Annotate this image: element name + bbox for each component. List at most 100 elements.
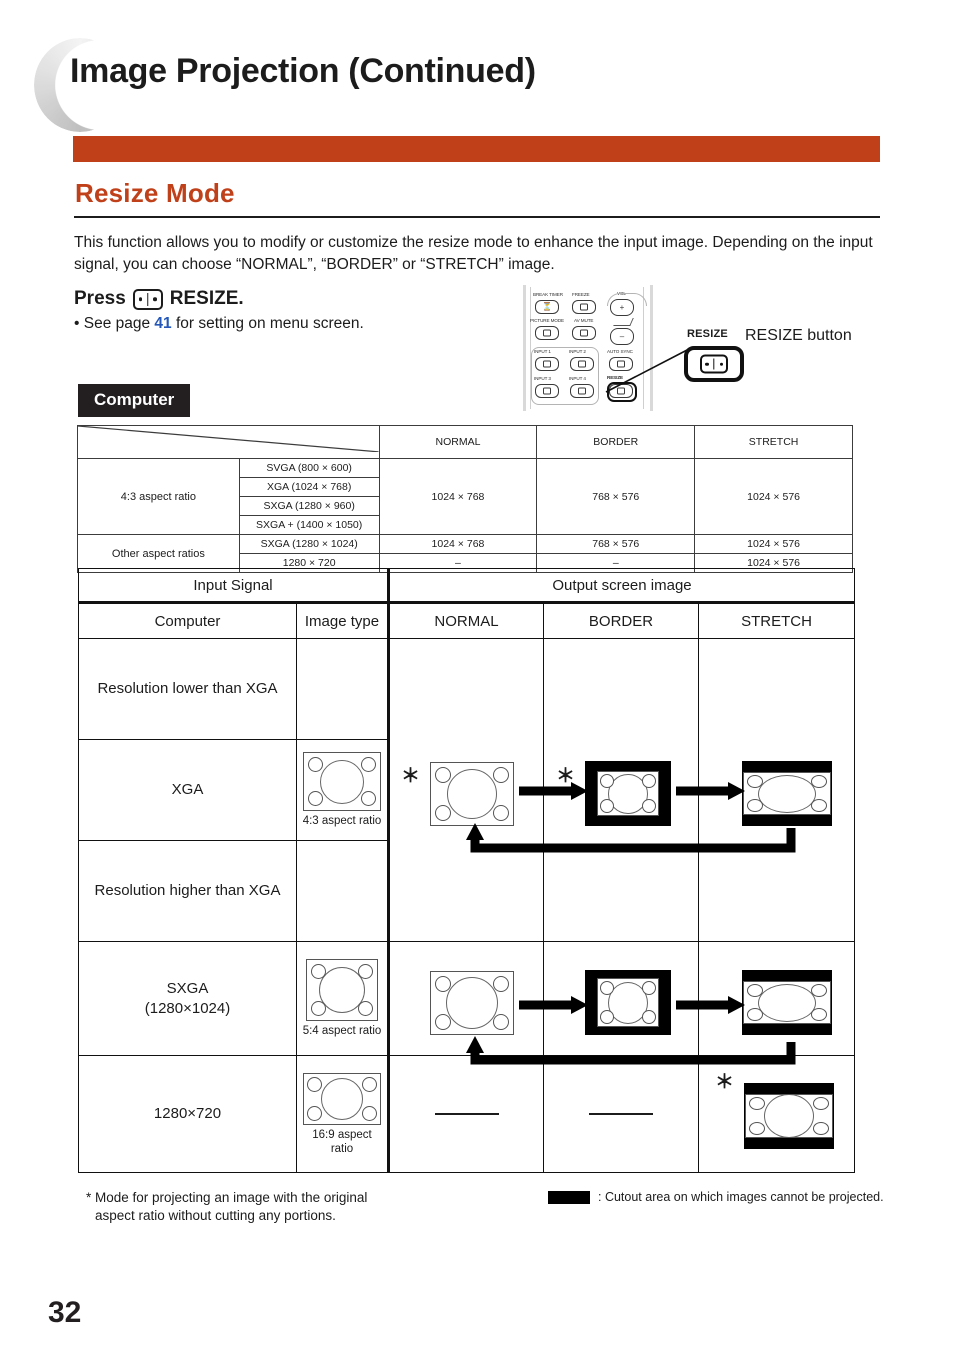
screen-thumb-5-4 [306, 959, 378, 1021]
table2-cell-normal-sxga [388, 941, 545, 1056]
dash-border-1280x720 [589, 1112, 654, 1115]
table1-signal-svga: SVGA (800 × 600) [238, 458, 380, 478]
caption-5-4: 5:4 aspect ratio [302, 1025, 382, 1037]
table1-other0-border: 768 × 576 [536, 534, 696, 554]
key-label-picture-mode: PICTURE MODE [530, 318, 565, 323]
callout-resize-button-graphic [684, 346, 744, 382]
callout-resize-button-text: RESIZE button [745, 327, 852, 344]
table-row: 1280×720 16:9 aspect ratio [78, 1055, 856, 1173]
table2-row-lower-xga-imagetype [295, 638, 391, 740]
section-rule [74, 216, 880, 218]
resize-label: RESIZE. [169, 288, 244, 309]
table2-header-input-signal: Input Signal [77, 568, 391, 604]
footnote-line1: * Mode for projecting an image with the … [86, 1190, 368, 1205]
press-resize-instruction: Press RESIZE. [74, 288, 244, 310]
table-row: Resolution lower than XGA [78, 638, 856, 942]
dash-normal-1280x720 [434, 1112, 499, 1115]
computer-section-tag: Computer [78, 384, 191, 417]
input3-button[interactable] [535, 384, 559, 398]
table1-group-43: 4:3 aspect ratio [77, 458, 240, 535]
see-page-prefix: • See page [74, 315, 151, 332]
page-reference-link[interactable]: 41 [154, 315, 171, 332]
table2-row-higher-xga-imagetype [295, 840, 391, 942]
resolution-table: NORMAL BORDER STRETCH 4:3 aspect ratio S… [77, 425, 853, 573]
table2-row-sxga-imagetype: 5:4 aspect ratio [295, 941, 391, 1056]
footnote-legend: : Cutout area on which images cannot be … [548, 1190, 884, 1204]
table-row: SXGA (1280×1024) 5:4 aspect ratio [78, 941, 856, 1056]
key-label-input4: INPUT 4 [569, 376, 586, 381]
volume-down-button[interactable]: – [610, 328, 634, 345]
screen-thumb-16-9 [303, 1072, 381, 1125]
table-row: Input Signal Output screen image [77, 568, 856, 604]
press-label: Press [74, 288, 126, 309]
table2-cell-stretch-xga-group [698, 638, 856, 942]
input4-button[interactable] [570, 384, 594, 398]
screen-thumb-4-3 [303, 752, 381, 811]
table1-43-normal: 1024 × 768 [378, 458, 538, 535]
page-title: Image Projection (Continued) [70, 52, 536, 90]
table2-row-1280x720-imagetype: 16:9 aspect ratio [295, 1055, 391, 1173]
cutout-area-text: : Cutout area on which images cannot be … [598, 1190, 884, 1204]
break-timer-button[interactable]: ⏳ [535, 300, 559, 314]
key-label-input2: INPUT 2 [569, 349, 586, 354]
table-row: Computer Image type NORMAL BORDER STRETC… [78, 602, 856, 639]
table2-header-stretch: STRETCH [698, 602, 856, 639]
table-row: NORMAL BORDER STRETCH [77, 425, 853, 459]
key-label-freeze: FREEZE [572, 292, 590, 297]
section-heading: Resize Mode [75, 178, 235, 208]
caption-16-9-line2: ratio [330, 1142, 354, 1155]
table1-signal-xga: XGA (1024 × 768) [238, 477, 380, 497]
page-number: 32 [48, 1296, 82, 1329]
callout-resize-label: RESIZE [687, 328, 728, 340]
table1-group-other: Other aspect ratios [77, 534, 240, 573]
footnote-asterisk: * Mode for projecting an image with the … [86, 1189, 466, 1225]
table2-row-sxga-label: SXGA (1280×1024) [78, 941, 297, 1056]
table2-header-normal: NORMAL [388, 602, 545, 639]
cutout-area-swatch [548, 1190, 590, 1204]
see-page-note: • See page 41 for setting on menu screen… [74, 315, 364, 333]
caption-4-3: 4:3 aspect ratio [302, 815, 382, 827]
table1-header-normal: NORMAL [378, 425, 538, 459]
sxga-label-line2: (1280×1024) [144, 999, 231, 1017]
output-screen-image-table: Input Signal Output screen image Compute… [77, 568, 856, 1173]
see-page-suffix: for setting on menu screen. [175, 315, 364, 332]
key-label-input1: INPUT 1 [534, 349, 551, 354]
diagonal-rule [78, 426, 379, 452]
freeze-button[interactable] [572, 300, 596, 314]
table2-cell-normal-1280x720 [388, 1055, 545, 1173]
vol-plus-label: + [619, 302, 625, 312]
key-label-av-mute: AV MUTE [574, 318, 594, 323]
table1-other0-normal: 1024 × 768 [378, 534, 538, 554]
callout-leader-line [605, 348, 690, 393]
volume-up-button[interactable]: + [610, 299, 634, 316]
intro-paragraph: This function allows you to modify or cu… [74, 234, 873, 273]
table2-row-lower-xga-label: Resolution lower than XGA [78, 638, 297, 740]
input1-button[interactable] [535, 357, 559, 371]
key-label-input3: INPUT 3 [534, 376, 551, 381]
table2-header-output: Output screen image [388, 568, 856, 604]
table1-header-border: BORDER [536, 425, 696, 459]
table2-row-xga-label: XGA [78, 739, 297, 841]
table1-signal-sxgaplus: SXGA + (1400 × 1050) [238, 515, 380, 535]
vol-minus-label: – [619, 331, 625, 341]
table2-header-image-type: Image type [295, 602, 391, 639]
table1-other0-stretch: 1024 × 576 [694, 534, 853, 554]
caption-16-9-line1: 16:9 aspect [312, 1128, 372, 1141]
table-row: Other aspect ratios SXGA (1280 × 1024) 1… [77, 534, 853, 573]
table-row: 4:3 aspect ratio SVGA (800 × 600) 1024 ×… [77, 458, 853, 535]
table2-header-computer: Computer [78, 602, 297, 639]
table2-cell-border-1280x720 [543, 1055, 700, 1173]
footnote-line2: aspect ratio without cutting any portion… [95, 1208, 336, 1223]
table1-signal-sxga1024: SXGA (1280 × 1024) [238, 534, 380, 554]
volume-wedge-icon [613, 318, 634, 326]
table2-cell-border-sxga [543, 941, 700, 1056]
table2-row-xga-imagetype: 4:3 aspect ratio [295, 739, 391, 841]
key-label-break-timer: BREAK TIMER [533, 292, 563, 297]
table2-header-border: BORDER [543, 602, 700, 639]
av-mute-button[interactable] [572, 326, 596, 340]
table2-cell-normal-xga-group [388, 638, 545, 942]
table1-corner-cell [77, 425, 380, 459]
picture-mode-button[interactable] [535, 326, 559, 340]
input2-button[interactable] [570, 357, 594, 371]
resize-button-icon [132, 288, 163, 310]
